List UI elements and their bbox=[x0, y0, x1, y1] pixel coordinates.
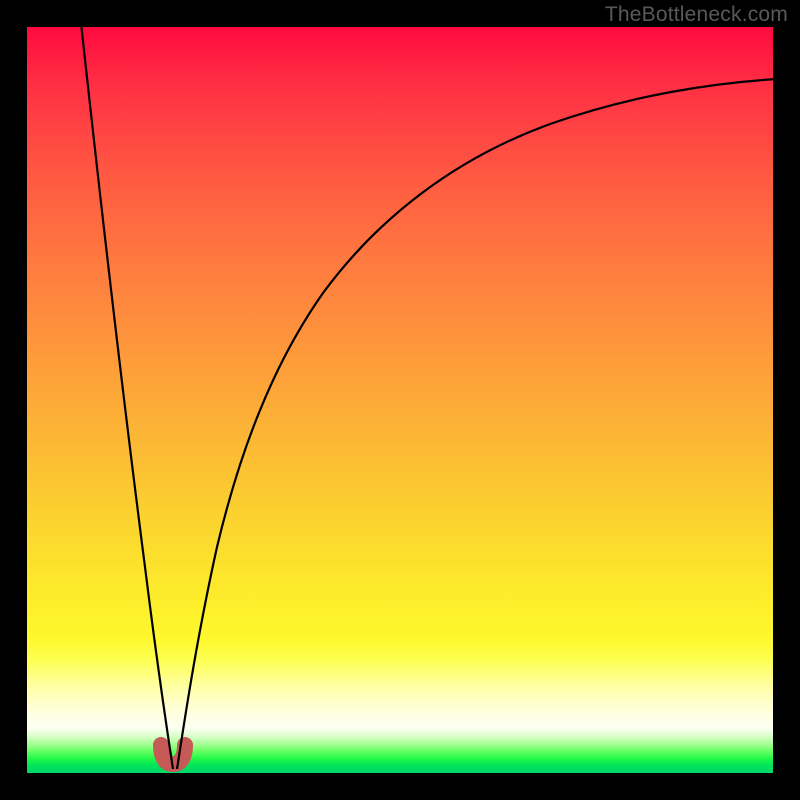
curve-layer bbox=[27, 27, 773, 773]
min-marker-blob bbox=[161, 745, 185, 764]
bottleneck-curve-left bbox=[81, 27, 173, 769]
watermark-text: TheBottleneck.com bbox=[605, 3, 788, 27]
chart-frame: TheBottleneck.com bbox=[0, 0, 800, 800]
bottleneck-curve-right bbox=[177, 79, 773, 769]
plot-area bbox=[27, 27, 773, 773]
